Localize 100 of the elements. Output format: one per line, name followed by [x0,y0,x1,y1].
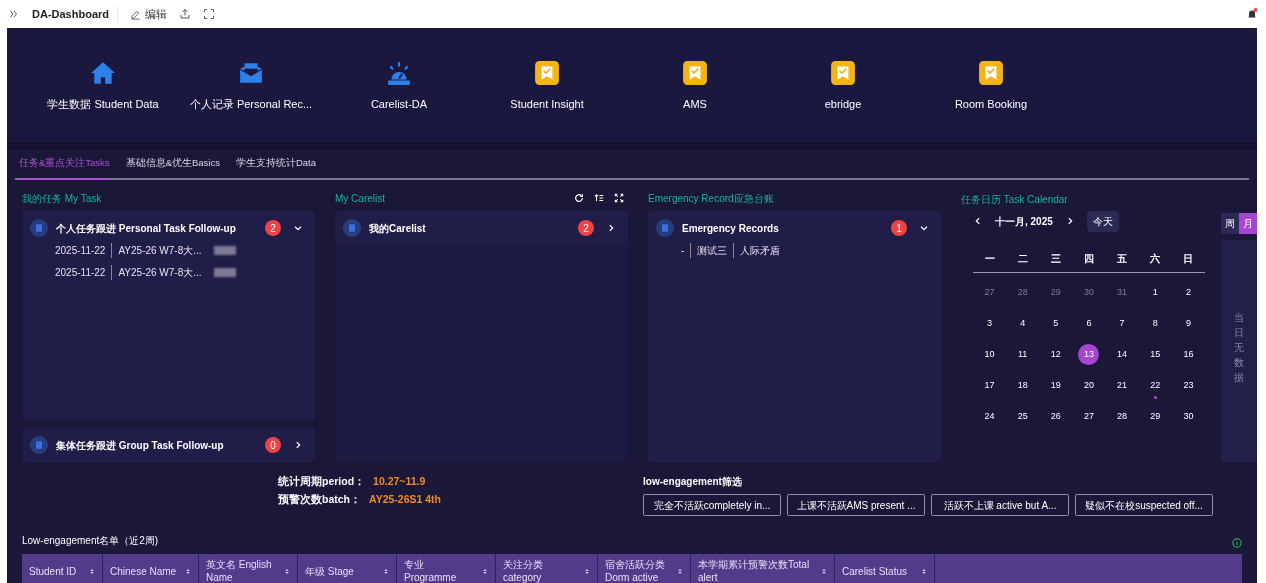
calendar-day[interactable]: 9 [1177,313,1199,334]
calendar-day[interactable]: 13 [1078,344,1100,365]
calendar-day[interactable]: 22 [1144,375,1166,396]
fullscreen-icon[interactable] [203,8,215,20]
column-header[interactable]: 英文名 English Name [206,558,280,583]
document-icon [30,219,48,237]
calendar-day[interactable]: 29 [1045,282,1067,303]
calendar-day[interactable]: 27 [979,282,1001,303]
calendar-day[interactable]: 27 [1078,406,1100,427]
expand-icon[interactable] [8,8,20,20]
filter-option[interactable]: 完全不活跃completely in... [643,494,781,516]
calendar-day[interactable]: 26 [1045,406,1067,427]
weekday-label: 五 [1116,252,1129,266]
calendar-day[interactable]: 12 [1045,344,1067,365]
column-header[interactable]: Chinese Name [110,564,181,578]
bookmark-icon[interactable] [978,59,1004,86]
section-title: 我的任务 My Task [22,191,102,206]
section-title: Emergency Record应急台账 [648,191,774,206]
edit-button[interactable]: 编辑 [130,5,167,23]
calendar-day[interactable]: 3 [979,313,1001,334]
calendar-day[interactable]: 24 [979,406,1001,427]
calendar-day[interactable]: 2 [1177,282,1199,303]
filter-title: low-engagement筛选 [643,475,743,489]
column-header[interactable]: 宿舍活跃分类 Dorm active [605,558,673,583]
sort-icon[interactable] [594,193,604,203]
calendar-day[interactable]: 14 [1111,344,1133,365]
calendar-day[interactable]: 20 [1078,375,1100,396]
calendar-day[interactable]: 17 [979,375,1001,396]
calendar-day[interactable]: 11 [1012,344,1034,365]
calendar-day[interactable]: 6 [1078,313,1100,334]
calendar-day[interactable]: 25 [1012,406,1034,427]
record-field: 2025-11-22 [55,243,106,258]
column-header[interactable]: Student ID [29,564,85,578]
calendar-day[interactable]: 21 [1111,375,1133,396]
column-header[interactable]: 本学期累计预警次数Total alert [698,558,817,583]
column-header[interactable]: 关注分类category [503,558,580,583]
chevron-right-icon[interactable] [293,440,303,450]
calendar-day[interactable]: 7 [1111,313,1133,334]
document-icon [656,219,674,237]
bookmark-icon[interactable] [682,59,708,86]
record-field: 2025-11-22 [55,265,106,280]
calendar-day[interactable]: 16 [1177,344,1199,365]
column-header[interactable]: 专业 Programme [404,558,478,583]
today-button[interactable]: 今天 [1086,210,1119,232]
weekday-label: 一 [983,252,996,266]
calendar-day[interactable]: 8 [1144,313,1166,334]
app-label[interactable]: Carelist-DA [370,95,428,113]
calendar-day[interactable]: 29 [1144,406,1166,427]
calendar-day[interactable]: 1 [1144,282,1166,303]
chevron-left-icon[interactable] [973,216,983,226]
record-field: - [681,243,685,258]
section-title: My Carelist [335,191,385,206]
card-title: Emergency Records [682,221,779,236]
tab[interactable]: 任务&重点关注Tasks [19,155,110,180]
calendar-day[interactable]: 18 [1012,375,1034,396]
chevron-down-icon[interactable] [919,223,929,233]
weekday-label: 四 [1083,252,1095,266]
filter-option[interactable]: 疑似不在校suspected off... [1075,494,1213,516]
app-label[interactable]: Student Insight [510,95,584,113]
record-field: AY25-26 W7-8大... [111,265,202,280]
calendar-day[interactable]: 28 [1111,406,1133,427]
column-header[interactable]: 年级 Stage [305,564,379,578]
app-label[interactable]: 个人记录 Personal Rec... [189,95,313,113]
bookmark-icon[interactable] [534,59,560,86]
filter-option[interactable]: 上课不活跃AMS present ... [787,494,925,516]
app-label[interactable]: Room Booking [954,95,1028,113]
refresh-icon[interactable] [574,193,584,203]
calendar-day[interactable]: 4 [1012,313,1034,334]
calendar-day[interactable]: 30 [1078,282,1100,303]
weekday-label: 日 [1182,252,1195,266]
stat-value: 10.27~11.9 [373,474,426,489]
document-icon [30,436,48,454]
notification-icon[interactable] [1246,7,1258,21]
chevron-right-icon[interactable] [606,223,616,233]
calendar-day[interactable]: 31 [1111,282,1133,303]
tab[interactable]: 基础信息&优生Basics [125,155,220,178]
filter-option[interactable]: 活跃不上课 active but A... [931,494,1069,516]
record-field: AY25-26 W7-8大... [111,243,202,258]
app-label[interactable]: ebridge [824,95,862,113]
calendar-day[interactable]: 19 [1045,375,1067,396]
calendar-day[interactable]: 10 [979,344,1001,365]
calendar-day[interactable]: 30 [1177,406,1199,427]
calendar-day[interactable]: 28 [1012,282,1034,303]
pencil-icon [130,8,141,20]
calendar-day[interactable]: 15 [1144,344,1166,365]
column-header[interactable]: Carelist Status [842,564,917,578]
calendar-day[interactable]: 23 [1177,375,1199,396]
tab[interactable]: 学生支持统计Data [235,155,317,178]
app-label[interactable]: AMS [683,95,707,113]
app-label[interactable]: 学生数据 Student Data [47,95,159,113]
weekday-label: 三 [1049,252,1062,266]
stat-label: 预警次数batch： [278,491,361,507]
calendar-day[interactable]: 5 [1045,313,1067,334]
view-toggle[interactable]: 月 [1239,213,1257,234]
siren-icon[interactable] [386,59,412,86]
share-icon[interactable] [179,8,191,20]
chevron-down-icon[interactable] [293,223,303,233]
view-toggle[interactable]: 周 [1221,213,1239,234]
bookmark-icon[interactable] [830,59,856,86]
dashboard-title: DA-Dashboard [32,5,118,23]
